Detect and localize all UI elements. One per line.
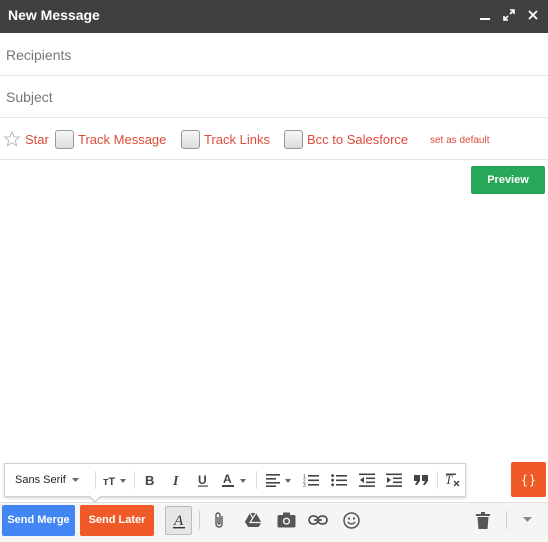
- formatting-options-icon[interactable]: A: [165, 506, 192, 535]
- bold-icon[interactable]: B: [139, 464, 161, 496]
- tracking-options-row: Star Track Message Track Links Bcc to Sa…: [0, 118, 548, 160]
- action-divider: [506, 511, 507, 529]
- star-icon[interactable]: [3, 130, 21, 153]
- font-family-value: Sans Serif: [15, 474, 66, 486]
- attach-icon[interactable]: [206, 507, 232, 533]
- svg-text:тT: тT: [103, 476, 115, 487]
- recipients-input[interactable]: [0, 34, 548, 75]
- subject-row: [0, 76, 548, 118]
- template-button[interactable]: { }: [511, 462, 546, 497]
- track-links-option[interactable]: Track Links: [181, 130, 270, 149]
- toolbar-divider: [437, 471, 438, 489]
- indent-less-icon[interactable]: [354, 464, 380, 496]
- send-merge-button[interactable]: Send Merge: [2, 505, 75, 536]
- quote-icon[interactable]: [408, 464, 434, 496]
- send-later-button[interactable]: Send Later: [80, 505, 154, 536]
- svg-text:A: A: [173, 513, 184, 529]
- align-icon[interactable]: [262, 464, 296, 496]
- drive-icon[interactable]: [240, 507, 266, 533]
- set-as-default-link[interactable]: set as default: [430, 135, 489, 146]
- subject-input[interactable]: [0, 76, 548, 117]
- emoji-icon[interactable]: [338, 507, 364, 533]
- photo-icon[interactable]: [273, 507, 299, 533]
- svg-text:T: T: [445, 473, 453, 487]
- bulleted-list-icon[interactable]: [326, 464, 352, 496]
- track-message-label: Track Message: [78, 132, 167, 147]
- compose-title: New Message: [8, 7, 100, 23]
- compose-title-bar: New Message: [0, 0, 548, 33]
- track-message-checkbox[interactable]: [55, 130, 74, 149]
- svg-text:B: B: [145, 473, 154, 487]
- trash-icon[interactable]: [470, 507, 496, 533]
- text-size-icon[interactable]: тT: [101, 464, 129, 496]
- action-divider: [199, 511, 200, 529]
- formatting-toolbar: Sans Serif тT B I U A 123 T: [4, 463, 466, 497]
- numbered-list-icon[interactable]: 123: [298, 464, 324, 496]
- italic-icon[interactable]: I: [166, 464, 188, 496]
- bcc-salesforce-label: Bcc to Salesforce: [307, 132, 409, 147]
- svg-text:3: 3: [303, 483, 306, 487]
- toolbar-divider: [256, 471, 257, 489]
- link-icon[interactable]: [305, 507, 331, 533]
- minimize-icon[interactable]: [476, 6, 494, 24]
- message-body[interactable]: [0, 161, 548, 459]
- toolbar-pointer-fill: [89, 495, 101, 501]
- window-controls: [476, 6, 542, 24]
- compose-actions-bar: Send Merge Send Later A: [0, 502, 548, 542]
- font-family-select[interactable]: Sans Serif: [11, 464, 89, 496]
- preview-button[interactable]: Preview: [471, 166, 545, 194]
- svg-text:I: I: [172, 474, 179, 487]
- bcc-salesforce-option[interactable]: Bcc to Salesforce: [284, 130, 408, 149]
- bcc-salesforce-checkbox[interactable]: [284, 130, 303, 149]
- star-label[interactable]: Star: [25, 132, 49, 147]
- underline-icon[interactable]: U: [192, 464, 214, 496]
- track-links-checkbox[interactable]: [181, 130, 200, 149]
- track-message-option[interactable]: Track Message: [55, 130, 166, 149]
- svg-text:U: U: [198, 473, 207, 487]
- track-links-label: Track Links: [204, 132, 270, 147]
- toolbar-divider: [134, 471, 135, 489]
- text-color-icon[interactable]: A: [219, 464, 251, 496]
- clear-formatting-icon[interactable]: T: [440, 464, 464, 496]
- popout-icon[interactable]: [500, 6, 518, 24]
- more-options-icon[interactable]: [514, 507, 540, 533]
- close-icon[interactable]: [524, 6, 542, 24]
- indent-more-icon[interactable]: [381, 464, 407, 496]
- toolbar-divider: [95, 471, 96, 489]
- font-caret-icon: [71, 477, 79, 482]
- svg-text:A: A: [223, 473, 232, 486]
- recipients-row: [0, 34, 548, 76]
